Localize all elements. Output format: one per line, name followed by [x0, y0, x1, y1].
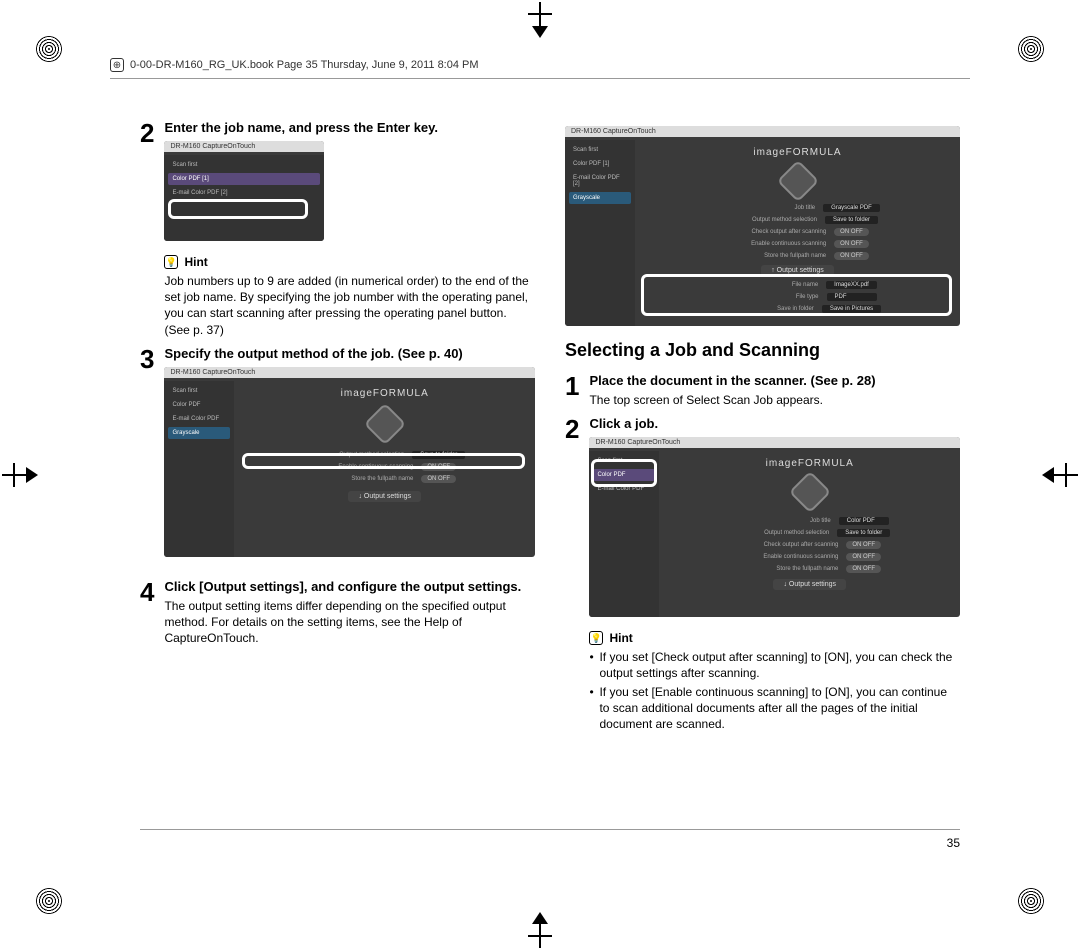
hint-body: Job numbers up to 9 are added (in numeri… — [164, 273, 535, 338]
sidebar-item: Scan first — [168, 159, 320, 171]
sidebar-item: Scan first — [569, 144, 631, 156]
hint-bullets: If you set [Check output after scanning]… — [589, 649, 960, 732]
step-body: The output setting items differ dependin… — [164, 598, 535, 647]
step-title: Enter the job name, and press the Enter … — [164, 120, 535, 135]
crop-arrow — [26, 467, 38, 483]
highlight-box — [242, 453, 525, 469]
step-number: 4 — [140, 579, 154, 647]
highlight-box — [168, 199, 308, 219]
hint-label: Hint — [184, 255, 207, 269]
footer-rule — [140, 829, 960, 830]
sidebar-item: Color PDF [1] — [168, 173, 320, 185]
sidebar-item: E-mail Color PDF [2] — [168, 187, 320, 199]
highlight-box — [591, 459, 657, 487]
hint-label: Hint — [609, 631, 632, 645]
step-2b: 2 Click a job. DR-M160 CaptureOnTouch Sc… — [565, 416, 960, 734]
sidebar-item: Scan first — [168, 385, 230, 397]
step-3: 3 Specify the output method of the job. … — [140, 346, 535, 571]
window-title: DR-M160 CaptureOnTouch — [164, 367, 535, 378]
window-title: DR-M160 CaptureOnTouch — [565, 126, 960, 137]
step-title: Specify the output method of the job. (S… — [164, 346, 535, 361]
book-icon: ⊕ — [110, 58, 124, 72]
sidebar-item: Color PDF — [168, 399, 230, 411]
crop-ornament — [1018, 888, 1044, 914]
hint-icon: 💡 — [589, 631, 603, 645]
step-number: 2 — [565, 416, 579, 734]
brand-label: imageFORMULA — [635, 137, 960, 164]
output-settings-button: ↓ Output settings — [348, 491, 421, 502]
screenshot-output-method: DR-M160 CaptureOnTouch Scan first Color … — [164, 367, 535, 557]
sidebar-item: E-mail Color PDF [2] — [569, 172, 631, 190]
scan-diamond-icon — [364, 403, 406, 445]
step-title: Click a job. — [589, 416, 960, 431]
highlight-box — [641, 274, 952, 316]
window-title: DR-M160 CaptureOnTouch — [164, 141, 324, 152]
crop-arrow — [532, 26, 548, 38]
step-number: 2 — [140, 120, 154, 338]
crop-cross — [1054, 463, 1078, 487]
screenshot-click-job: DR-M160 CaptureOnTouch Scan first Color … — [589, 437, 960, 617]
screenshot-jobname: DR-M160 CaptureOnTouch Scan first Color … — [164, 141, 324, 241]
hint-bullet: If you set [Check output after scanning]… — [589, 649, 960, 681]
step-number: 1 — [565, 373, 579, 408]
step-4: 4 Click [Output settings], and configure… — [140, 579, 535, 647]
hint-icon: 💡 — [164, 255, 178, 269]
output-settings-button: ↓ Output settings — [773, 579, 846, 590]
step-title: Click [Output settings], and configure t… — [164, 579, 535, 594]
sidebar-item: Grayscale — [569, 192, 631, 204]
screenshot-output-settings: DR-M160 CaptureOnTouch Scan first Color … — [565, 126, 960, 326]
page-content: 2 Enter the job name, and press the Ente… — [140, 120, 960, 860]
left-column: 2 Enter the job name, and press the Ente… — [140, 120, 535, 860]
sidebar-item: E-mail Color PDF — [168, 413, 230, 425]
sidebar-item: Grayscale — [168, 427, 230, 439]
header-filepath: 0-00-DR-M160_RG_UK.book Page 35 Thursday… — [130, 59, 479, 71]
crop-cross — [528, 924, 552, 948]
window-title: DR-M160 CaptureOnTouch — [589, 437, 960, 448]
step-2: 2 Enter the job name, and press the Ente… — [140, 120, 535, 338]
step-body: The top screen of Select Scan Job appear… — [589, 392, 960, 408]
step-number: 3 — [140, 346, 154, 571]
hint-bullet: If you set [Enable continuous scanning] … — [589, 684, 960, 733]
crop-ornament — [36, 36, 62, 62]
section-title: Selecting a Job and Scanning — [565, 340, 960, 361]
page-number: 35 — [947, 836, 960, 850]
crop-arrow — [1042, 467, 1054, 483]
scan-diamond-icon — [776, 160, 818, 202]
brand-label: imageFORMULA — [234, 378, 535, 405]
crop-ornament — [1018, 36, 1044, 62]
crop-arrow — [532, 912, 548, 924]
crop-cross — [528, 2, 552, 26]
scan-diamond-icon — [789, 471, 831, 513]
step-1b: 1 Place the document in the scanner. (Se… — [565, 373, 960, 408]
crop-cross — [2, 463, 26, 487]
step-title: Place the document in the scanner. (See … — [589, 373, 960, 388]
header-filepath-row: ⊕ 0-00-DR-M160_RG_UK.book Page 35 Thursd… — [110, 58, 970, 72]
header-rule — [110, 78, 970, 79]
right-column: DR-M160 CaptureOnTouch Scan first Color … — [565, 120, 960, 860]
sidebar-item: Color PDF [1] — [569, 158, 631, 170]
brand-label: imageFORMULA — [659, 448, 960, 475]
crop-ornament — [36, 888, 62, 914]
